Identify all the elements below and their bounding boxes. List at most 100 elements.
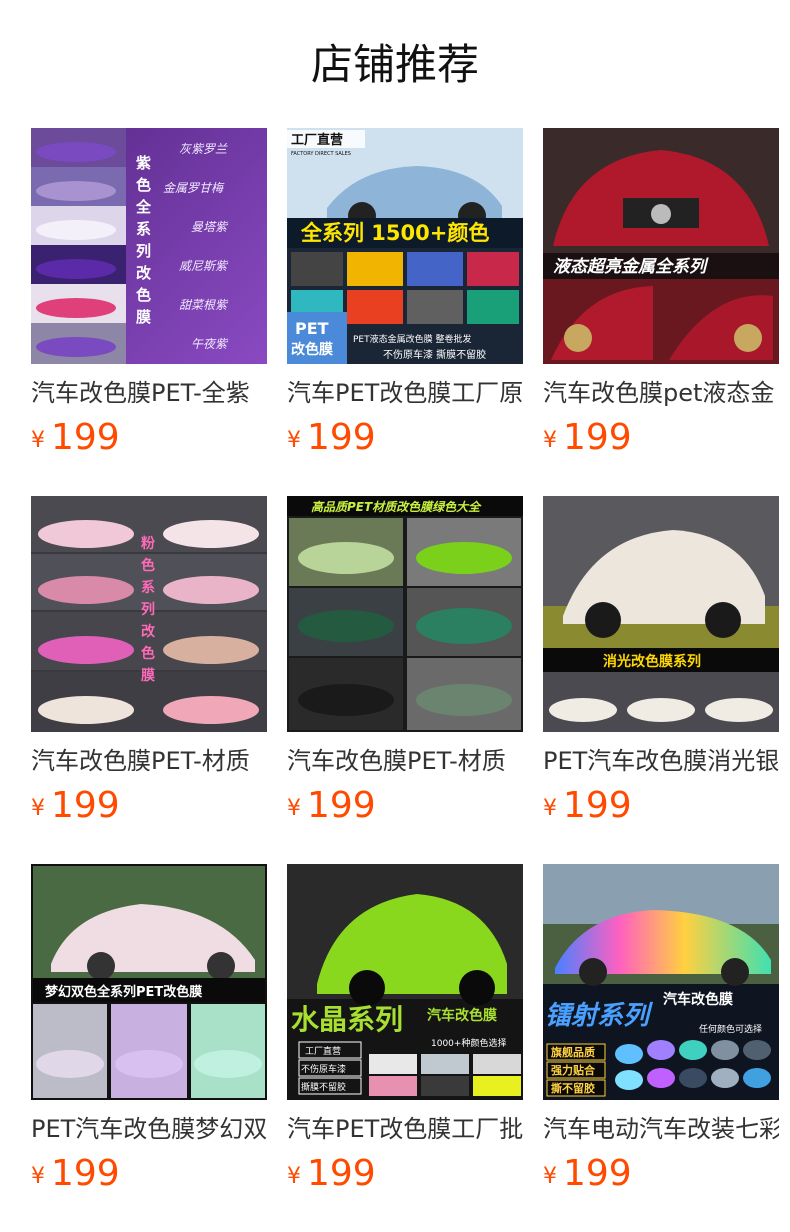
product-card[interactable]: 消光改色膜系列 PET汽车改色膜消光银 ¥199 — [543, 496, 779, 836]
svg-text:曼塔紫: 曼塔紫 — [191, 220, 229, 234]
product-card[interactable]: 梦幻双色全系列PET改色膜 PET汽车改色膜梦幻双 ¥199 — [31, 864, 267, 1204]
currency-symbol: ¥ — [287, 796, 301, 821]
product-price: ¥199 — [543, 416, 632, 460]
product-card[interactable]: 粉 色 系 列 改 色 膜 汽车改色膜PET-材质 ¥199 — [31, 496, 267, 836]
product-name[interactable]: 汽车PET改色膜工厂批 — [287, 1112, 523, 1146]
product-image[interactable]: 消光改色膜系列 — [543, 496, 779, 732]
currency-symbol: ¥ — [287, 428, 301, 453]
svg-text:工厂直营: 工厂直营 — [305, 1045, 341, 1057]
price-value: 199 — [307, 417, 376, 458]
svg-text:旗舰品质: 旗舰品质 — [551, 1045, 595, 1059]
svg-text:系: 系 — [141, 579, 155, 596]
product-image[interactable]: 粉 色 系 列 改 色 膜 — [31, 496, 267, 732]
product-name[interactable]: 汽车改色膜PET-全紫 — [31, 376, 267, 410]
svg-text:PET液态金属改色膜 整卷批发: PET液态金属改色膜 整卷批发 — [353, 333, 471, 345]
product-card[interactable]: 紫 色 全 系 列 改 色 膜 灰紫罗兰 金属罗甘梅 曼塔紫 威尼斯紫 甜菜根紫… — [31, 128, 267, 468]
product-image-red-liquid-metal: 液态超亮金属全系列 — [543, 128, 779, 364]
currency-symbol: ¥ — [543, 428, 557, 453]
svg-text:灰紫罗兰: 灰紫罗兰 — [179, 142, 228, 156]
svg-text:不伤原车漆: 不伤原车漆 — [301, 1063, 346, 1075]
svg-text:色: 色 — [141, 645, 155, 662]
product-name[interactable]: 汽车改色膜PET-材质 — [287, 744, 523, 778]
svg-text:全系列 1500+颜色: 全系列 1500+颜色 — [300, 221, 489, 245]
product-image[interactable]: 液态超亮金属全系列 — [543, 128, 779, 364]
svg-text:紫: 紫 — [136, 154, 151, 172]
svg-text:撕膜不留胶: 撕膜不留胶 — [301, 1081, 346, 1093]
product-name[interactable]: 汽车PET改色膜工厂原 — [287, 376, 523, 410]
svg-text:PET: PET — [295, 319, 329, 338]
price-value: 199 — [307, 1153, 376, 1194]
svg-text:改: 改 — [141, 623, 156, 640]
svg-text:粉: 粉 — [141, 535, 155, 552]
product-name[interactable]: PET汽车改色膜梦幻双 — [31, 1112, 267, 1146]
product-card[interactable]: 镭射系列 汽车改色膜 任何颜色可选择 旗舰品质 强力贴合 撕不留胶 汽车电动汽车… — [543, 864, 779, 1204]
svg-text:不伤原车漆 撕膜不留胶: 不伤原车漆 撕膜不留胶 — [383, 348, 486, 361]
product-price: ¥199 — [31, 784, 120, 828]
product-card[interactable]: 液态超亮金属全系列 汽车改色膜pet液态金 ¥199 — [543, 128, 779, 468]
svg-text:改: 改 — [136, 264, 152, 282]
price-value: 199 — [51, 1153, 120, 1194]
svg-text:撕不留胶: 撕不留胶 — [551, 1081, 595, 1095]
svg-text:甜菜根紫: 甜菜根紫 — [179, 298, 229, 312]
product-price: ¥199 — [287, 1152, 376, 1196]
currency-symbol: ¥ — [31, 1164, 45, 1189]
product-image-dual-color-cars: 梦幻双色全系列PET改色膜 — [31, 864, 267, 1100]
svg-text:汽车改色膜: 汽车改色膜 — [427, 1007, 497, 1024]
svg-text:全: 全 — [135, 198, 152, 216]
product-image[interactable]: 高品质PET材质改色膜绿色大全 — [287, 496, 523, 732]
currency-symbol: ¥ — [543, 1164, 557, 1189]
product-image[interactable]: 紫 色 全 系 列 改 色 膜 灰紫罗兰 金属罗甘梅 曼塔紫 威尼斯紫 甜菜根紫… — [31, 128, 267, 364]
svg-text:镭射系列: 镭射系列 — [545, 1001, 654, 1031]
price-value: 199 — [307, 785, 376, 826]
svg-text:任何颜色可选择: 任何颜色可选择 — [699, 1023, 762, 1035]
price-value: 199 — [563, 785, 632, 826]
svg-text:午夜紫: 午夜紫 — [191, 337, 229, 351]
product-image[interactable]: 水晶系列 汽车改色膜 1000+种颜色选择 工厂直营 不伤原车漆 撕膜不留胶 — [287, 864, 523, 1100]
svg-text:强力贴合: 强力贴合 — [551, 1063, 596, 1077]
svg-text:威尼斯紫: 威尼斯紫 — [179, 259, 229, 273]
currency-symbol: ¥ — [543, 796, 557, 821]
product-price: ¥199 — [31, 416, 120, 460]
product-image-blue-car-factory: 工厂直营 FACTORY DIRECT SALES 全系列 1500+颜色 PE… — [287, 128, 523, 364]
svg-text:色: 色 — [136, 176, 151, 194]
product-image-pink-cars: 粉 色 系 列 改 色 膜 — [31, 496, 267, 732]
svg-text:梦幻双色全系列PET改色膜: 梦幻双色全系列PET改色膜 — [45, 984, 202, 1000]
product-name[interactable]: PET汽车改色膜消光银 — [543, 744, 779, 778]
svg-text:水晶系列: 水晶系列 — [291, 1003, 403, 1036]
product-price: ¥199 — [287, 416, 376, 460]
product-name[interactable]: 汽车改色膜pet液态金 — [543, 376, 779, 410]
product-image-green-cars: 高品质PET材质改色膜绿色大全 — [287, 496, 523, 732]
product-image-purple-cars: 紫 色 全 系 列 改 色 膜 灰紫罗兰 金属罗甘梅 曼塔紫 威尼斯紫 甜菜根紫… — [31, 128, 267, 364]
svg-text:工厂直营: 工厂直营 — [291, 132, 343, 148]
product-image[interactable]: 工厂直营 FACTORY DIRECT SALES 全系列 1500+颜色 PE… — [287, 128, 523, 364]
currency-symbol: ¥ — [31, 428, 45, 453]
currency-symbol: ¥ — [31, 796, 45, 821]
product-image-matte-white-car: 消光改色膜系列 — [543, 496, 779, 732]
svg-text:FACTORY DIRECT SALES: FACTORY DIRECT SALES — [291, 151, 351, 157]
page-title: 店铺推荐 — [310, 40, 479, 89]
price-value: 199 — [563, 417, 632, 458]
currency-symbol: ¥ — [287, 1164, 301, 1189]
svg-text:液态超亮金属全系列: 液态超亮金属全系列 — [553, 257, 709, 277]
svg-text:金属罗甘梅: 金属罗甘梅 — [163, 181, 225, 195]
svg-text:列: 列 — [141, 601, 155, 618]
svg-text:改色膜: 改色膜 — [291, 341, 333, 358]
product-name[interactable]: 汽车电动汽车改装七彩 — [543, 1112, 779, 1146]
product-price: ¥199 — [543, 1152, 632, 1196]
svg-text:色: 色 — [136, 286, 151, 304]
svg-text:膜: 膜 — [136, 308, 151, 326]
product-card[interactable]: 高品质PET材质改色膜绿色大全 汽车改色膜PET-材质 ¥199 — [287, 496, 523, 836]
svg-text:汽车改色膜: 汽车改色膜 — [663, 991, 733, 1008]
svg-text:高品质PET材质改色膜绿色大全: 高品质PET材质改色膜绿色大全 — [311, 500, 482, 514]
svg-text:列: 列 — [136, 242, 151, 260]
product-card[interactable]: 水晶系列 汽车改色膜 1000+种颜色选择 工厂直营 不伤原车漆 撕膜不留胶 汽… — [287, 864, 523, 1204]
price-value: 199 — [563, 1153, 632, 1194]
product-image[interactable]: 梦幻双色全系列PET改色膜 — [31, 864, 267, 1100]
product-name[interactable]: 汽车改色膜PET-材质 — [31, 744, 267, 778]
product-price: ¥199 — [543, 784, 632, 828]
svg-text:1000+种颜色选择: 1000+种颜色选择 — [431, 1037, 506, 1049]
product-card[interactable]: 工厂直营 FACTORY DIRECT SALES 全系列 1500+颜色 PE… — [287, 128, 523, 468]
product-image[interactable]: 镭射系列 汽车改色膜 任何颜色可选择 旗舰品质 强力贴合 撕不留胶 — [543, 864, 779, 1100]
svg-text:系: 系 — [136, 220, 151, 238]
product-price: ¥199 — [287, 784, 376, 828]
